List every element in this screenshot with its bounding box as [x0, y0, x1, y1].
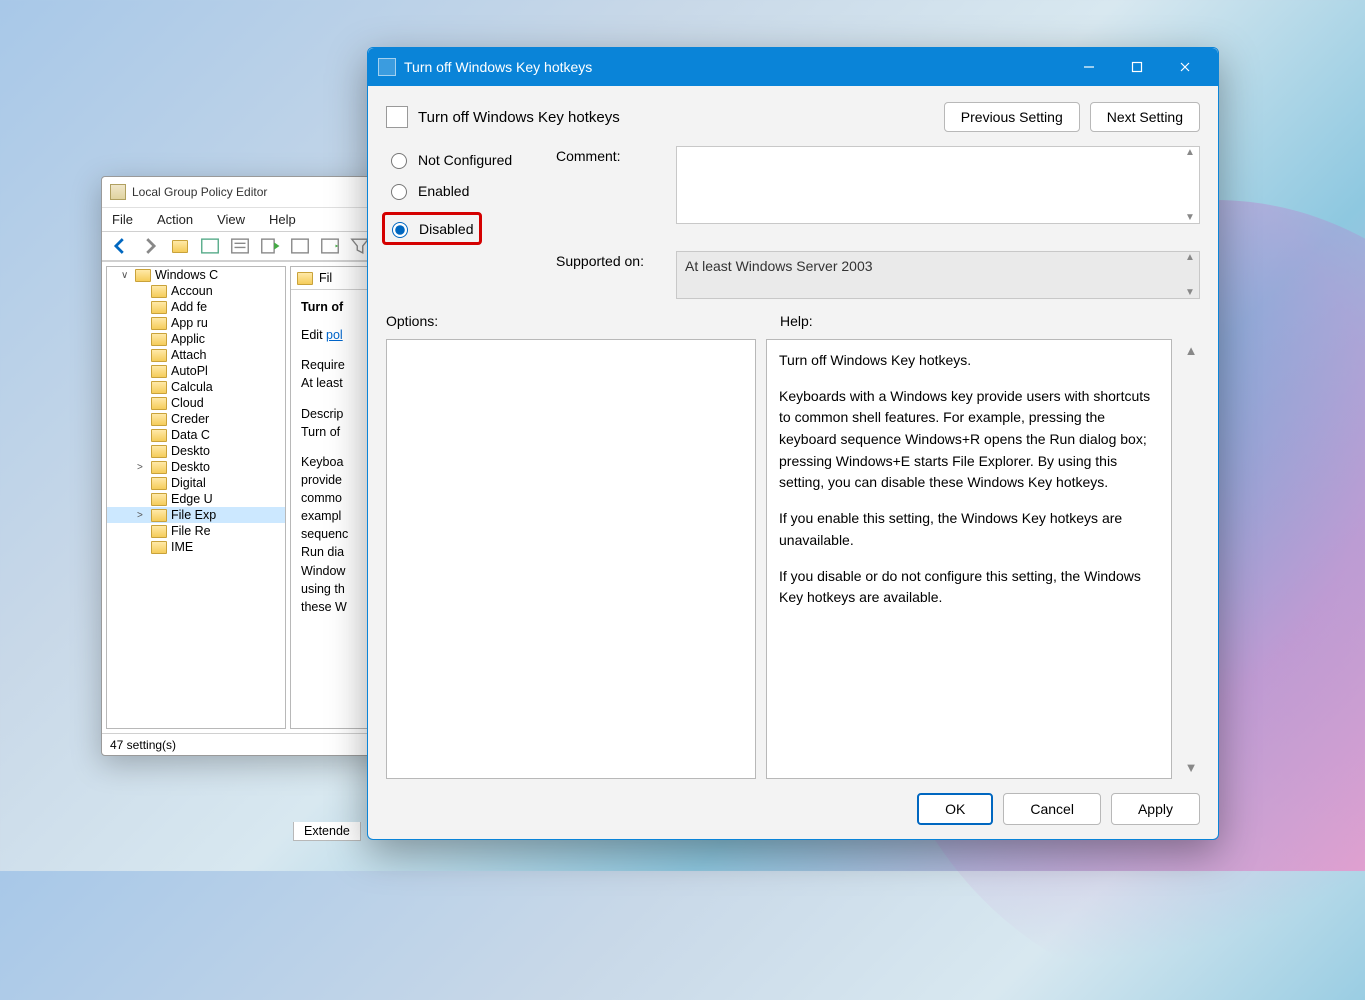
tree-root[interactable]: ∨Windows C — [107, 267, 285, 283]
close-button[interactable] — [1162, 52, 1208, 82]
back-button[interactable] — [108, 235, 132, 257]
tree-item[interactable]: Cloud — [107, 395, 285, 411]
help-p4: If you disable or do not configure this … — [779, 566, 1159, 609]
help-box[interactable]: Turn off Windows Key hotkeys. Keyboards … — [766, 339, 1172, 779]
options-box[interactable] — [386, 339, 756, 779]
forward-button[interactable] — [138, 235, 162, 257]
tree-item[interactable]: >File Exp — [107, 507, 285, 523]
tab-extended[interactable]: Extende — [293, 822, 361, 841]
tree-item[interactable]: Digital — [107, 475, 285, 491]
tree-item[interactable]: Attach — [107, 347, 285, 363]
cancel-button[interactable]: Cancel — [1003, 793, 1101, 825]
policy-setting-link[interactable]: pol — [326, 328, 343, 342]
tree-item[interactable]: Edge U — [107, 491, 285, 507]
comment-scrollbar[interactable]: ▲▼ — [1181, 147, 1199, 223]
radio-enabled[interactable]: Enabled — [386, 181, 546, 200]
gpedit-icon — [110, 184, 126, 200]
dialog-titlebar[interactable]: Turn off Windows Key hotkeys — [368, 48, 1218, 86]
tool-5[interactable] — [318, 235, 342, 257]
minimize-button[interactable] — [1066, 52, 1112, 82]
status-text: 47 setting(s) — [110, 738, 176, 752]
tree-item[interactable]: App ru — [107, 315, 285, 331]
tool-4[interactable] — [288, 235, 312, 257]
radio-disabled-input[interactable] — [392, 222, 408, 238]
tree-item[interactable]: Calcula — [107, 379, 285, 395]
menu-view[interactable]: View — [213, 210, 249, 229]
dialog-icon — [378, 58, 396, 76]
radio-enabled-input[interactable] — [391, 184, 407, 200]
comment-textarea[interactable]: ▲▼ — [676, 146, 1200, 224]
tree-item[interactable]: Applic — [107, 331, 285, 347]
tool-3[interactable] — [258, 235, 282, 257]
radio-disabled[interactable]: Disabled — [387, 219, 473, 238]
apply-button[interactable]: Apply — [1111, 793, 1200, 825]
tool-2[interactable] — [228, 235, 252, 257]
tree-item[interactable]: Add fe — [107, 299, 285, 315]
radio-not-configured[interactable]: Not Configured — [386, 150, 546, 169]
policy-dialog: Turn off Windows Key hotkeys Turn off Wi… — [367, 47, 1219, 840]
radio-not-configured-label: Not Configured — [418, 152, 512, 168]
policy-icon — [386, 106, 408, 128]
options-label: Options: — [386, 313, 764, 329]
tool-1[interactable] — [198, 235, 222, 257]
gpedit-title-text: Local Group Policy Editor — [132, 185, 267, 199]
tree-item[interactable]: >Deskto — [107, 459, 285, 475]
folder-icon — [297, 272, 313, 285]
help-label: Help: — [780, 313, 1200, 329]
help-p3: If you enable this setting, the Windows … — [779, 508, 1159, 551]
tree-item[interactable]: Data C — [107, 427, 285, 443]
menu-file[interactable]: File — [108, 210, 137, 229]
help-scrollbar[interactable]: ▲▼ — [1182, 339, 1200, 779]
comment-label: Comment: — [556, 146, 666, 164]
ok-button[interactable]: OK — [917, 793, 993, 825]
menu-action[interactable]: Action — [153, 210, 197, 229]
breadcrumb: Fil — [319, 271, 332, 285]
supported-value: At least Windows Server 2003 — [685, 258, 873, 274]
supported-scrollbar[interactable]: ▲▼ — [1181, 252, 1199, 298]
tree-item[interactable]: Deskto — [107, 443, 285, 459]
maximize-button[interactable] — [1114, 52, 1160, 82]
radio-not-configured-input[interactable] — [391, 153, 407, 169]
tree-item[interactable]: File Re — [107, 523, 285, 539]
policy-title: Turn off Windows Key hotkeys — [418, 109, 620, 126]
tree-item[interactable]: IME — [107, 539, 285, 555]
tree-item[interactable]: AutoPl — [107, 363, 285, 379]
supported-box: At least Windows Server 2003 ▲▼ — [676, 251, 1200, 299]
previous-setting-button[interactable]: Previous Setting — [944, 102, 1080, 132]
state-radios: Not Configured Enabled Disabled — [386, 146, 546, 245]
edit-label: Edit — [301, 328, 326, 342]
help-p1: Turn off Windows Key hotkeys. — [779, 350, 1159, 372]
tree-item[interactable]: Accoun — [107, 283, 285, 299]
help-p2: Keyboards with a Windows key provide use… — [779, 386, 1159, 494]
detail-tabs: Extende — [293, 822, 361, 841]
tree-item[interactable]: Creder — [107, 411, 285, 427]
tree-pane[interactable]: ∨Windows CAccounAdd feApp ruApplicAttach… — [106, 266, 286, 729]
up-button[interactable] — [168, 235, 192, 257]
menu-help[interactable]: Help — [265, 210, 300, 229]
next-setting-button[interactable]: Next Setting — [1090, 102, 1200, 132]
radio-disabled-label: Disabled — [419, 221, 473, 237]
supported-label: Supported on: — [556, 251, 666, 269]
disabled-highlight: Disabled — [382, 212, 482, 245]
dialog-title-text: Turn off Windows Key hotkeys — [404, 59, 592, 75]
radio-enabled-label: Enabled — [418, 183, 469, 199]
